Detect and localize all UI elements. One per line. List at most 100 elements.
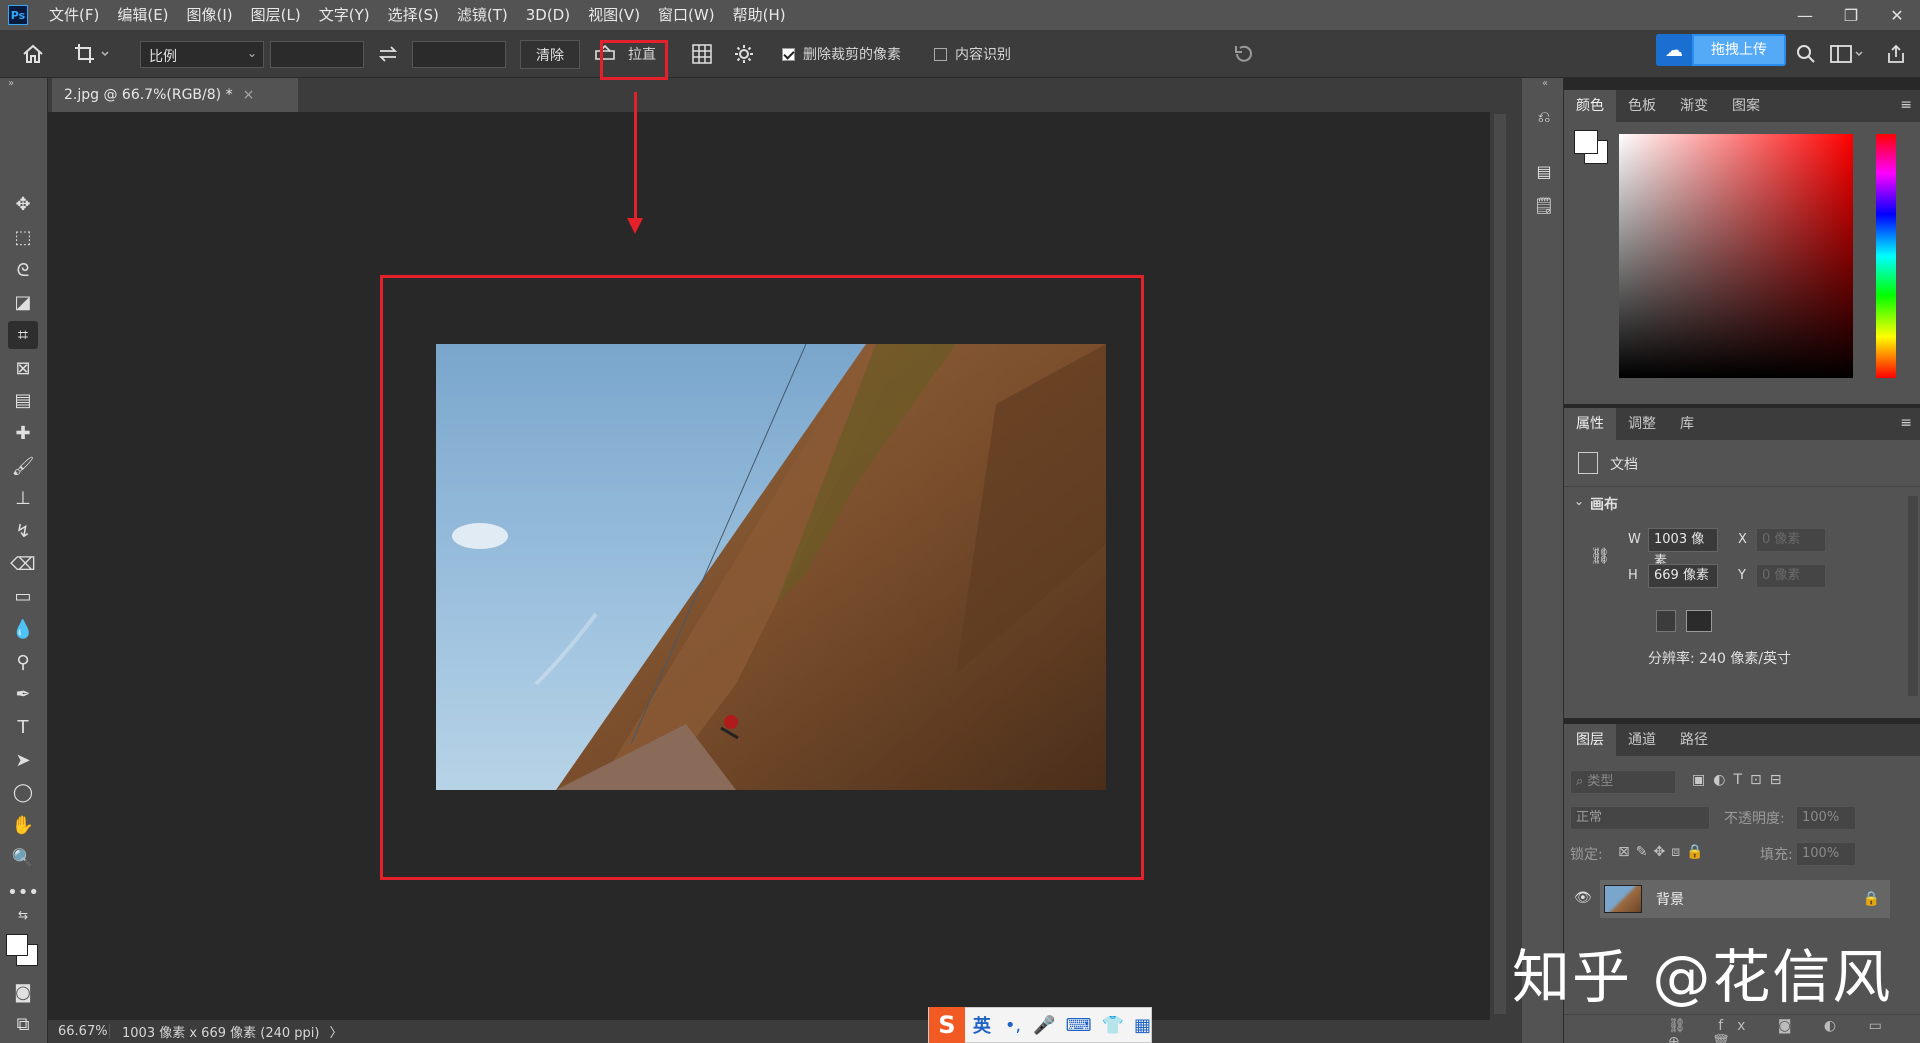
workspace-icon[interactable] <box>1830 30 1864 78</box>
lock-icons[interactable]: ⊠✎✥⧈🔒 <box>1618 844 1710 860</box>
notes-icon[interactable]: 🗒 <box>1531 192 1557 218</box>
ime-punct[interactable]: •, <box>1005 1015 1021 1036</box>
status-menu-icon[interactable]: 〉 <box>329 1022 342 1041</box>
history-brush-tool-icon[interactable]: ↯ <box>8 517 38 545</box>
properties-scrollbar[interactable] <box>1908 496 1918 696</box>
ratio-width-input[interactable] <box>270 41 364 68</box>
share-icon[interactable] <box>1886 30 1906 78</box>
tab-libraries[interactable]: 库 <box>1668 408 1706 440</box>
collapse-chevron-icon[interactable]: « <box>1542 78 1548 89</box>
foreground-color-swatch[interactable] <box>6 934 28 956</box>
tab-layers[interactable]: 图层 <box>1564 724 1616 756</box>
brush-tool-icon[interactable]: 🖌 <box>8 452 38 480</box>
menu-window[interactable]: 窗口(W) <box>649 0 724 30</box>
menu-help[interactable]: 帮助(H) <box>724 0 795 30</box>
panel-menu-icon[interactable]: ≡ <box>1900 97 1912 113</box>
collapse-chevron-icon[interactable]: » <box>8 78 14 89</box>
tab-swatches[interactable]: 色板 <box>1616 90 1668 122</box>
grid-icon[interactable]: ▦ <box>1134 1015 1151 1036</box>
upload-button[interactable]: ☁ 拖拽上传 <box>1656 34 1786 66</box>
close-tab-icon[interactable]: × <box>243 87 255 103</box>
quick-mask-icon[interactable]: ◙ <box>8 978 38 1006</box>
search-icon[interactable] <box>1796 30 1816 78</box>
eyedropper-tool-icon[interactable]: ▤ <box>8 386 38 414</box>
delete-cropped-checkbox[interactable]: 删除裁剪的像素 <box>782 30 901 78</box>
layer-filter-select[interactable]: ⌕ 类型 <box>1570 770 1676 794</box>
ime-mode[interactable]: 英 <box>973 1012 991 1038</box>
pen-tool-icon[interactable]: ✒ <box>8 680 38 708</box>
gradient-tool-icon[interactable]: ▭ <box>8 582 38 610</box>
menu-edit[interactable]: 编辑(E) <box>108 0 177 30</box>
type-tool-icon[interactable]: T <box>8 713 38 741</box>
marquee-tool-icon[interactable]: ⬚ <box>8 223 38 251</box>
scroll-thumb[interactable] <box>1494 114 1506 1014</box>
object-select-tool-icon[interactable]: ◪ <box>8 288 38 316</box>
menu-select[interactable]: 选择(S) <box>379 0 448 30</box>
layer-row[interactable]: 背景 🔒 <box>1600 880 1890 918</box>
landscape-orientation-icon[interactable] <box>1686 610 1712 632</box>
canvas-y-input[interactable]: 0 像素 <box>1756 564 1826 588</box>
menu-layer[interactable]: 图层(L) <box>242 0 310 30</box>
foreground-color-swatch[interactable] <box>1574 130 1598 154</box>
color-picker-field[interactable] <box>1619 134 1853 378</box>
menu-type[interactable]: 文字(Y) <box>310 0 379 30</box>
link-icon[interactable]: ⛓ <box>1590 546 1610 565</box>
canvas-height-input[interactable]: 669 像素 <box>1648 564 1718 588</box>
fill-input[interactable]: 100% <box>1796 842 1856 866</box>
crop-tool-preset-icon[interactable] <box>74 30 110 78</box>
hand-tool-icon[interactable]: ✋ <box>8 811 38 839</box>
ratio-select[interactable]: 比例 ⌄ <box>140 41 264 68</box>
expand-chevron-icon[interactable]: ⌄ <box>1574 494 1584 508</box>
hue-slider[interactable] <box>1876 134 1896 378</box>
move-tool-icon[interactable]: ✥ <box>8 190 38 218</box>
swap-icon[interactable] <box>378 30 398 78</box>
tab-adjustments[interactable]: 调整 <box>1616 408 1668 440</box>
opacity-input[interactable]: 100% <box>1796 806 1856 830</box>
layer-actions-icons[interactable]: ⛓ fx ◙ ◐ ▭ ⊕ 🗑 <box>1668 1018 1920 1043</box>
lasso-tool-icon[interactable]: ᘓ <box>8 256 38 284</box>
home-icon[interactable] <box>22 30 44 78</box>
blend-mode-select[interactable]: 正常 <box>1570 806 1710 830</box>
overlay-grid-icon[interactable] <box>692 30 712 78</box>
eraser-tool-icon[interactable]: ⌫ <box>8 550 38 578</box>
screen-mode-icon[interactable]: ⧉ <box>8 1010 38 1038</box>
portrait-orientation-icon[interactable] <box>1656 610 1676 632</box>
clear-button[interactable]: 清除 <box>520 40 580 69</box>
menu-image[interactable]: 图像(I) <box>178 0 242 30</box>
blur-tool-icon[interactable]: 💧 <box>8 615 38 643</box>
tab-paths[interactable]: 路径 <box>1668 724 1720 756</box>
frame-tool-icon[interactable]: ⊠ <box>8 354 38 382</box>
canvas-x-input[interactable]: 0 像素 <box>1756 528 1826 552</box>
history-icon[interactable]: ⎌ <box>1531 104 1557 130</box>
close-icon[interactable]: ✕ <box>1874 0 1920 30</box>
shirt-icon[interactable]: 👕 <box>1102 1015 1124 1036</box>
menu-view[interactable]: 视图(V) <box>579 0 649 30</box>
canvas-width-input[interactable]: 1003 像素 <box>1648 528 1718 569</box>
menu-3d[interactable]: 3D(D) <box>517 0 579 30</box>
panel-menu-icon[interactable]: ≡ <box>1900 415 1912 431</box>
healing-brush-tool-icon[interactable]: ✚ <box>8 419 38 447</box>
tab-color[interactable]: 颜色 <box>1564 90 1616 122</box>
path-select-tool-icon[interactable]: ➤ <box>8 746 38 774</box>
menu-file[interactable]: 文件(F) <box>40 0 108 30</box>
content-aware-checkbox[interactable]: 内容识别 <box>934 30 1011 78</box>
gear-icon[interactable] <box>734 30 754 78</box>
sogou-logo-icon[interactable]: S <box>929 1007 965 1043</box>
keyboard-icon[interactable]: ⌨ <box>1066 1015 1092 1036</box>
restore-icon[interactable]: ❐ <box>1828 0 1874 30</box>
canvas-scrollbar[interactable] <box>1490 112 1510 1020</box>
document-tab[interactable]: 2.jpg @ 66.7%(RGB/8) * × <box>52 78 298 112</box>
mic-icon[interactable]: 🎤 <box>1033 1015 1055 1036</box>
stamp-tool-icon[interactable]: ⊥ <box>8 484 38 512</box>
properties-icon[interactable]: ▤ <box>1531 158 1557 184</box>
tab-properties[interactable]: 属性 <box>1564 408 1616 440</box>
crop-tool-icon[interactable]: ⌗ <box>8 321 38 349</box>
ellipse-tool-icon[interactable]: ◯ <box>8 778 38 806</box>
swap-colors-icon[interactable]: ⇆ <box>8 906 38 924</box>
reset-icon[interactable] <box>1232 30 1254 78</box>
more-tools-icon[interactable]: ••• <box>7 878 39 906</box>
eye-icon[interactable]: 👁 <box>1574 890 1592 906</box>
tab-gradients[interactable]: 渐变 <box>1668 90 1720 122</box>
tab-channels[interactable]: 通道 <box>1616 724 1668 756</box>
layer-filter-icons[interactable]: ▣◐T⊡⊟ <box>1692 772 1789 788</box>
